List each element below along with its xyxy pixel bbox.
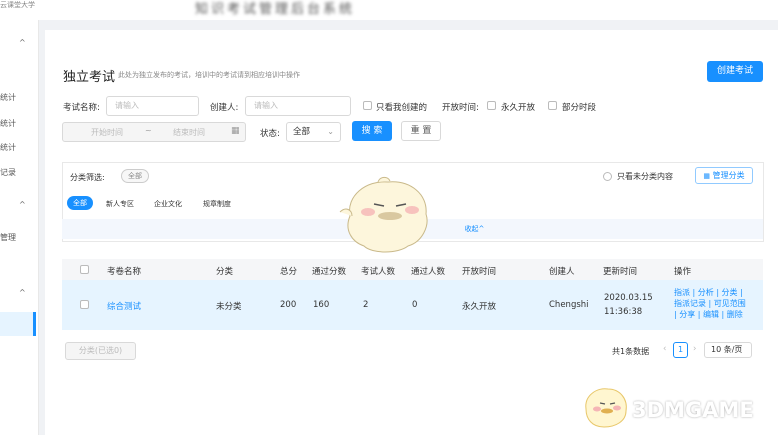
range-separator-icon: ~ (145, 126, 152, 135)
sidebar-active-item[interactable] (0, 312, 36, 336)
sidebar: ^ 统计 统计 统计 记录 ^ 管理 ^ (0, 20, 39, 435)
row-pass-score: 160 (313, 300, 330, 310)
watermark-mascot-icon (585, 388, 627, 428)
col-exam-name: 考卷名称 (107, 267, 142, 277)
col-open-time: 开放时间 (462, 267, 497, 277)
page-1-button[interactable]: 1 (673, 342, 688, 358)
top-bar: 云课堂大学 知识考试管理后台系统 (0, 0, 778, 20)
create-exam-button[interactable]: 创建考试 (707, 61, 763, 82)
ops-line-3[interactable]: | 分享 | 编辑 | 删除 (674, 309, 759, 320)
page-title: 独立考试 (63, 70, 116, 85)
col-updated: 更新时间 (603, 267, 638, 277)
sidebar-item-records[interactable]: 记录 (0, 167, 16, 178)
calendar-icon: ▦ (231, 126, 240, 136)
category-tab-rules[interactable]: 规章制度 (203, 199, 231, 209)
chevron-down-icon: ⌄ (327, 127, 334, 136)
creator-label: 创建人: (210, 103, 239, 113)
page-size-select[interactable]: 10 条/页 (704, 342, 752, 358)
exam-name-label: 考试名称: (63, 103, 100, 113)
ops-line-2[interactable]: 指派记录 | 可见范围 (674, 298, 759, 309)
col-creator: 创建人 (549, 267, 575, 277)
date-range-picker[interactable]: 开始时间 ~ 结束时间 ▦ (62, 122, 246, 142)
chevron-up-icon[interactable]: ^ (19, 288, 26, 297)
row-creator: Chengshi (549, 300, 589, 310)
open-forever-checkbox[interactable] (487, 101, 496, 110)
end-time-placeholder: 结束时间 (173, 128, 205, 137)
category-tab-culture[interactable]: 企业文化 (154, 199, 182, 209)
open-partial-label: 部分时段 (562, 103, 597, 113)
brand-label: 云课堂大学 (0, 1, 35, 9)
prev-page-button[interactable]: ‹ (663, 344, 666, 354)
header-title: 知识考试管理后台系统 (195, 2, 356, 17)
sidebar-item-manage[interactable]: 管理 (0, 232, 16, 243)
row-category: 未分类 (216, 302, 242, 312)
row-updated-date: 2020.03.15 (604, 293, 653, 303)
col-exam-count: 考试人数 (361, 267, 396, 277)
collapse-label: 收起^ (464, 225, 485, 233)
only-uncategorized-label: 只看未分类内容 (617, 172, 673, 181)
row-pass-count: 0 (412, 300, 418, 310)
status-select[interactable]: 全部 ⌄ (286, 122, 341, 142)
only-uncategorized-radio[interactable] (603, 172, 612, 181)
grid-icon: ▦ (703, 172, 711, 180)
only-mine-label: 只看我创建的 (376, 103, 428, 113)
filter-all-tag[interactable]: 全部 (121, 169, 149, 183)
total-count: 共1条数据 (612, 347, 650, 356)
open-partial-checkbox[interactable] (548, 101, 557, 110)
ops-line-1[interactable]: 指派 | 分析 | 分类 | (674, 287, 759, 298)
page-description: 此处为独立发布的考试，培训中的考试请到相应培训中操作 (118, 71, 300, 79)
col-pass-count: 通过人数 (411, 267, 446, 277)
sidebar-item-stats-3[interactable]: 统计 (0, 142, 16, 153)
col-category: 分类 (216, 267, 234, 277)
open-forever-label: 永久开放 (501, 103, 536, 113)
category-tab-all[interactable]: 全部 (67, 196, 93, 210)
select-all-checkbox[interactable] (80, 265, 89, 274)
row-open-time: 永久开放 (462, 302, 497, 312)
exam-name-link[interactable]: 综合测试 (107, 300, 141, 312)
sidebar-active-indicator (33, 312, 36, 336)
reset-button[interactable]: 重 置 (401, 121, 441, 141)
col-pass-score: 通过分数 (312, 267, 347, 277)
creator-input[interactable]: 请输入 (245, 96, 351, 116)
row-total: 200 (280, 300, 297, 310)
search-button[interactable]: 搜 索 (352, 121, 392, 141)
row-exam-count: 2 (363, 300, 369, 310)
only-mine-checkbox[interactable] (363, 101, 372, 110)
row-operations[interactable]: 指派 | 分析 | 分类 | 指派记录 | 可见范围 | 分享 | 编辑 | 删… (674, 287, 759, 320)
next-page-button[interactable]: › (693, 344, 696, 354)
row-checkbox[interactable] (80, 300, 89, 309)
chevron-up-icon[interactable]: ^ (19, 200, 26, 209)
page-size-value: 10 条/页 (711, 345, 743, 354)
manage-category-button[interactable]: ▦ 管理分类 (695, 167, 753, 184)
chevron-up-icon[interactable]: ^ (19, 38, 26, 47)
manage-category-label: 管理分类 (712, 171, 745, 180)
row-updated-time: 11:36:38 (604, 307, 643, 317)
status-label: 状态: (260, 129, 280, 139)
status-value: 全部 (293, 127, 311, 137)
category-filter-label: 分类筛选: (70, 173, 105, 182)
sidebar-item-stats-1[interactable]: 统计 (0, 92, 16, 103)
category-tab-newcomer[interactable]: 新人专区 (106, 199, 134, 209)
col-operations: 操作 (674, 267, 692, 277)
col-total: 总分 (280, 267, 298, 277)
batch-category-button[interactable]: 分类(已选0) (65, 342, 136, 360)
watermark-text: 3DMGAME (632, 398, 754, 422)
exam-name-input[interactable]: 请输入 (106, 96, 199, 116)
mascot-sticker-icon (339, 176, 428, 253)
sidebar-item-stats-2[interactable]: 统计 (0, 118, 16, 129)
start-time-placeholder: 开始时间 (91, 128, 123, 137)
open-time-label: 开放时间: (442, 103, 479, 113)
